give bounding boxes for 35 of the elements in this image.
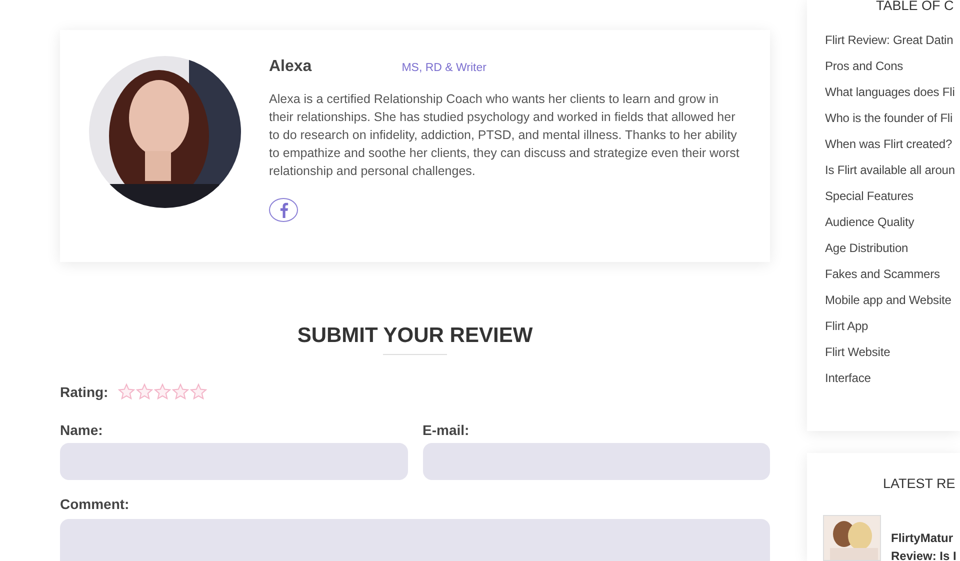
- toc-link[interactable]: Pros and Cons: [825, 53, 960, 79]
- toc-link[interactable]: Special Features: [825, 183, 960, 209]
- toc-link[interactable]: When was Flirt created?: [825, 131, 960, 157]
- section-title: SUBMIT YOUR REVIEW: [297, 324, 533, 348]
- facebook-icon[interactable]: [269, 198, 298, 222]
- toc-link[interactable]: Flirt Review: Great Datin: [825, 27, 960, 53]
- rating-label: Rating:: [60, 384, 108, 400]
- rating-stars[interactable]: [118, 383, 208, 400]
- star-icon[interactable]: [190, 383, 208, 400]
- author-bio: Alexa is a certified Relationship Coach who wants her clients to learn and grow in their relationships. She has studied psychology and worked in fields that allowed her to do research on infidelity, addiction, PTSD, and mental illness. Thanks to her ability to empathize and soothe her clients, they can discuss and strategize even their worst relationship and personal challenges.: [269, 91, 740, 180]
- star-icon[interactable]: [136, 383, 154, 400]
- toc-link[interactable]: Interface: [825, 365, 960, 391]
- star-icon[interactable]: [172, 383, 190, 400]
- field-label: E-mail:: [422, 422, 470, 438]
- toc-link[interactable]: Age Distribution: [825, 235, 960, 261]
- latest-reviews-title: LATEST RE: [883, 476, 956, 491]
- star-icon[interactable]: [154, 383, 172, 400]
- author-credentials: MS, RD & Writer: [402, 62, 486, 74]
- toc-link[interactable]: Fakes and Scammers: [825, 261, 960, 287]
- field-label: Comment:: [60, 496, 130, 512]
- author-name: Alexa: [269, 58, 312, 76]
- comment-field[interactable]: [60, 519, 770, 561]
- toc-link[interactable]: Flirt App: [825, 313, 960, 339]
- toc-link[interactable]: Flirt Website: [825, 339, 960, 365]
- toc-title: TABLE OF C: [876, 0, 954, 13]
- review-link[interactable]: FlirtyMatur Review: Is I: [891, 529, 956, 561]
- toc-link[interactable]: Is Flirt available all aroun: [825, 157, 960, 183]
- name-field[interactable]: [60, 443, 408, 480]
- toc-link[interactable]: Audience Quality: [825, 209, 960, 235]
- field-label: Name:: [60, 422, 104, 438]
- star-icon[interactable]: [118, 383, 136, 400]
- toc-link[interactable]: Mobile app and Website: [825, 287, 960, 313]
- email-field[interactable]: [422, 443, 770, 480]
- toc-link[interactable]: Who is the founder of Fli: [825, 105, 960, 131]
- toc-link[interactable]: What languages does Fli: [825, 79, 960, 105]
